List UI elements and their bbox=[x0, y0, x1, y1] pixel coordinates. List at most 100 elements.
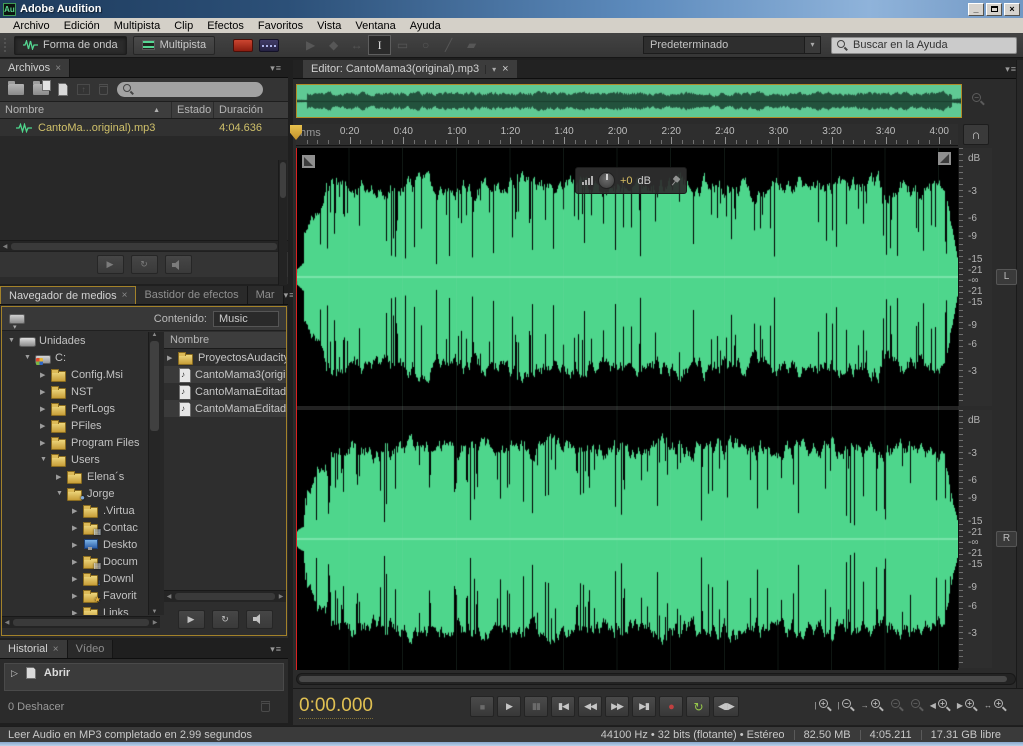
scroll-right-icon[interactable]: ▶ bbox=[150, 619, 160, 626]
menu-ayuda[interactable]: Ayuda bbox=[403, 20, 448, 32]
spectral-frequency-button[interactable] bbox=[233, 39, 253, 52]
gain-knob[interactable] bbox=[598, 172, 615, 189]
zoom-out-button[interactable]: |− bbox=[838, 699, 855, 712]
time-selection-tool[interactable]: I bbox=[368, 35, 391, 55]
tree-open-icon[interactable]: ▼ bbox=[56, 490, 67, 497]
file-row[interactable]: CantoMa...original).mp3 4:04.636 bbox=[0, 119, 288, 136]
scroll-right-icon[interactable]: ▶ bbox=[276, 593, 286, 600]
pin-icon[interactable] bbox=[668, 173, 682, 187]
menu-edicion[interactable]: Edición bbox=[57, 20, 107, 32]
tree-closed-icon[interactable]: ▶ bbox=[72, 575, 83, 583]
media-file-row[interactable]: CantoMamaEditad bbox=[164, 400, 286, 417]
tree-item-unidades[interactable]: ▼Unidades bbox=[2, 332, 148, 349]
tree-closed-icon[interactable]: ▶ bbox=[72, 541, 83, 549]
tree-closed-icon[interactable]: ▶ bbox=[72, 592, 83, 600]
tree-item-docum[interactable]: ▶▤Docum bbox=[2, 553, 148, 570]
go-to-start-button[interactable]: ▮◀ bbox=[551, 696, 575, 717]
media-file-row[interactable]: CantoMama3(origi bbox=[164, 366, 286, 383]
file-list-header[interactable]: Nombre ▲ Estado Duración bbox=[0, 102, 288, 119]
tree-open-icon[interactable]: ▼ bbox=[8, 337, 19, 344]
menu-ventana[interactable]: Ventana bbox=[348, 20, 402, 32]
history-tab-video[interactable]: Vídeo bbox=[68, 640, 114, 658]
spectral-pitch-button[interactable] bbox=[259, 39, 279, 52]
timeline-ruler[interactable]: hms 0:200:401:001:201:402:002:202:403:00… bbox=[296, 124, 958, 146]
tree-closed-icon[interactable]: ▶ bbox=[72, 609, 83, 616]
chevron-down-icon[interactable]: ▾ bbox=[804, 37, 820, 53]
fast-forward-button[interactable]: ▶▶ bbox=[605, 696, 629, 717]
tree-item-virtua[interactable]: ▶.Virtua bbox=[2, 502, 148, 519]
close-icon[interactable]: × bbox=[53, 644, 59, 655]
tree-vscrollbar[interactable]: ▲ ▼ bbox=[148, 332, 160, 615]
tree-closed-icon[interactable]: ▶ bbox=[72, 524, 83, 532]
tree-closed-icon[interactable]: ▶ bbox=[56, 473, 67, 481]
menu-favoritos[interactable]: Favoritos bbox=[251, 20, 310, 32]
zoom-in-point-button[interactable]: ◀+ bbox=[930, 699, 951, 712]
skip-selection-button[interactable]: ◀▮▶ bbox=[713, 696, 739, 717]
db-ruler-left[interactable]: dB-3-6-9-15-21-∞-21-15-9-6-3 bbox=[958, 148, 992, 406]
file-list-vscrollbar[interactable] bbox=[278, 160, 287, 298]
rewind-button[interactable]: ◀◀ bbox=[578, 696, 602, 717]
corner-handle-icon[interactable] bbox=[302, 155, 315, 168]
scroll-left-icon[interactable]: ◀ bbox=[0, 243, 10, 250]
menu-multipista[interactable]: Multipista bbox=[107, 20, 167, 32]
auto-play-button[interactable] bbox=[246, 610, 273, 629]
tree-closed-icon[interactable]: ▶ bbox=[72, 507, 83, 515]
tree-item-perflogs[interactable]: ▶PerfLogs bbox=[2, 400, 148, 417]
close-icon[interactable]: × bbox=[122, 290, 128, 301]
menu-archivo[interactable]: Archivo bbox=[6, 20, 57, 32]
tree-closed-icon[interactable]: ▶ bbox=[40, 439, 51, 447]
file-list-empty-area[interactable] bbox=[0, 136, 288, 240]
tree-closed-icon[interactable]: ▶ bbox=[167, 354, 178, 362]
record-button[interactable]: ● bbox=[659, 696, 683, 717]
file-search-input[interactable] bbox=[117, 82, 263, 97]
left-channel-button[interactable]: L bbox=[996, 269, 1017, 285]
tree-item-pfiles[interactable]: ▶PFiles bbox=[2, 417, 148, 434]
tree-item-favorit[interactable]: ▶★Favorit bbox=[2, 587, 148, 604]
play-button[interactable]: ▶ bbox=[497, 696, 521, 717]
tree-closed-icon[interactable]: ▶ bbox=[40, 422, 51, 430]
zoom-full-button[interactable]: →+ bbox=[861, 699, 884, 712]
tree-item-downl[interactable]: ▶↓Downl bbox=[2, 570, 148, 587]
import-file-button[interactable] bbox=[33, 84, 49, 95]
tree-open-icon[interactable]: ▼ bbox=[24, 354, 35, 361]
volume-hud[interactable]: +0 dB bbox=[575, 167, 687, 194]
chevron-down-icon[interactable]: ▾ bbox=[485, 65, 496, 74]
snap-magnet-button[interactable]: ∩ bbox=[963, 124, 989, 145]
tree-item-c[interactable]: ▼C: bbox=[2, 349, 148, 366]
tree-item-configmsi[interactable]: ▶Config.Msi bbox=[2, 366, 148, 383]
close-icon[interactable]: × bbox=[55, 63, 61, 74]
multitrack-view-button[interactable]: Multipista bbox=[133, 36, 215, 55]
media-list-hscrollbar[interactable]: ◀ ▶ bbox=[164, 590, 286, 602]
tree-item-links[interactable]: ▶→Links bbox=[2, 604, 148, 615]
menu-vista[interactable]: Vista bbox=[310, 20, 348, 32]
corner-handle-icon[interactable] bbox=[938, 152, 951, 165]
loop-playback-button[interactable]: ↻ bbox=[686, 696, 710, 717]
help-search-input[interactable]: Buscar en la Ayuda bbox=[831, 37, 1017, 54]
restore-button[interactable] bbox=[986, 3, 1002, 16]
loop-preview-button[interactable]: ↻ bbox=[131, 255, 158, 274]
tree-item-programfiles[interactable]: ▶Program Files bbox=[2, 434, 148, 451]
tree-hscrollbar[interactable]: ◀ ▶ bbox=[2, 616, 160, 628]
close-icon[interactable]: × bbox=[502, 63, 508, 75]
tab-editor[interactable]: Editor: CantoMama3(original).mp3 ▾ × bbox=[303, 60, 517, 78]
tree-item-nst[interactable]: ▶NST bbox=[2, 383, 148, 400]
waveform-view-button[interactable]: Forma de onda bbox=[14, 36, 127, 55]
preview-play-button[interactable]: ▶ bbox=[178, 610, 205, 629]
tab-archivos[interactable]: Archivos × bbox=[0, 59, 70, 77]
tree-closed-icon[interactable]: ▶ bbox=[72, 558, 83, 566]
menu-clip[interactable]: Clip bbox=[167, 20, 200, 32]
db-ruler-right[interactable]: dB-3-6-9-15-21-∞-21-15-9-6-3 bbox=[958, 410, 992, 668]
panel-menu-icon[interactable]: ▾≡ bbox=[270, 644, 288, 658]
content-dropdown[interactable]: Music bbox=[213, 311, 279, 327]
media-tab-bastidordeefectos[interactable]: Bastidor de efectos bbox=[136, 286, 247, 304]
zoom-selection-button[interactable]: ↔+ bbox=[984, 699, 1007, 712]
scroll-up-icon[interactable]: ▲ bbox=[149, 332, 160, 338]
preview-play-button[interactable]: ▶ bbox=[97, 255, 124, 274]
menu-efectos[interactable]: Efectos bbox=[200, 20, 251, 32]
scroll-left-icon[interactable]: ◀ bbox=[164, 593, 174, 600]
media-file-row[interactable]: ▶ProyectosAudacity bbox=[164, 349, 286, 366]
source-selector-icon[interactable] bbox=[9, 314, 25, 324]
file-list-hscrollbar[interactable]: ◀ ▶ bbox=[0, 240, 288, 251]
scroll-down-icon[interactable]: ▼ bbox=[149, 609, 160, 615]
tree-open-icon[interactable]: ▼ bbox=[40, 456, 51, 463]
